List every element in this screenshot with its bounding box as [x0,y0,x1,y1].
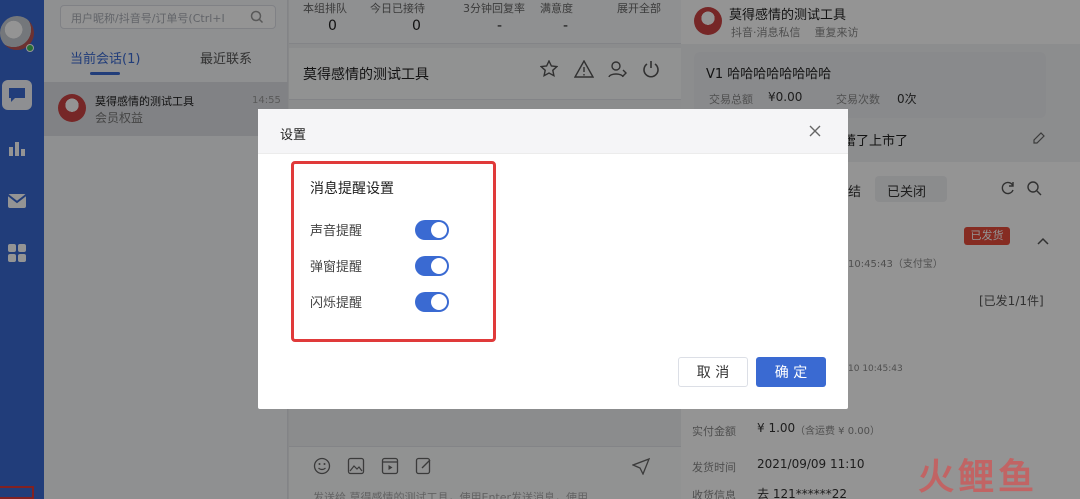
close-icon[interactable] [809,125,821,137]
settings-dialog-header [258,109,848,154]
flash-alert-toggle[interactable] [415,292,449,312]
sound-alert-toggle[interactable] [415,220,449,240]
watermark-logo: 火鲤鱼 [918,457,1039,498]
popup-alert-toggle[interactable] [415,256,449,276]
notification-settings-title: 消息提醒设置 [310,181,394,197]
confirm-button[interactable]: 确 定 [756,357,826,387]
settings-dialog-title: 设置 [280,128,307,143]
popup-alert-label: 弹窗提醒 [310,260,363,275]
cancel-button[interactable]: 取 消 [678,357,748,387]
sound-alert-label: 声音提醒 [310,224,363,239]
flash-alert-label: 闪烁提醒 [310,296,363,311]
